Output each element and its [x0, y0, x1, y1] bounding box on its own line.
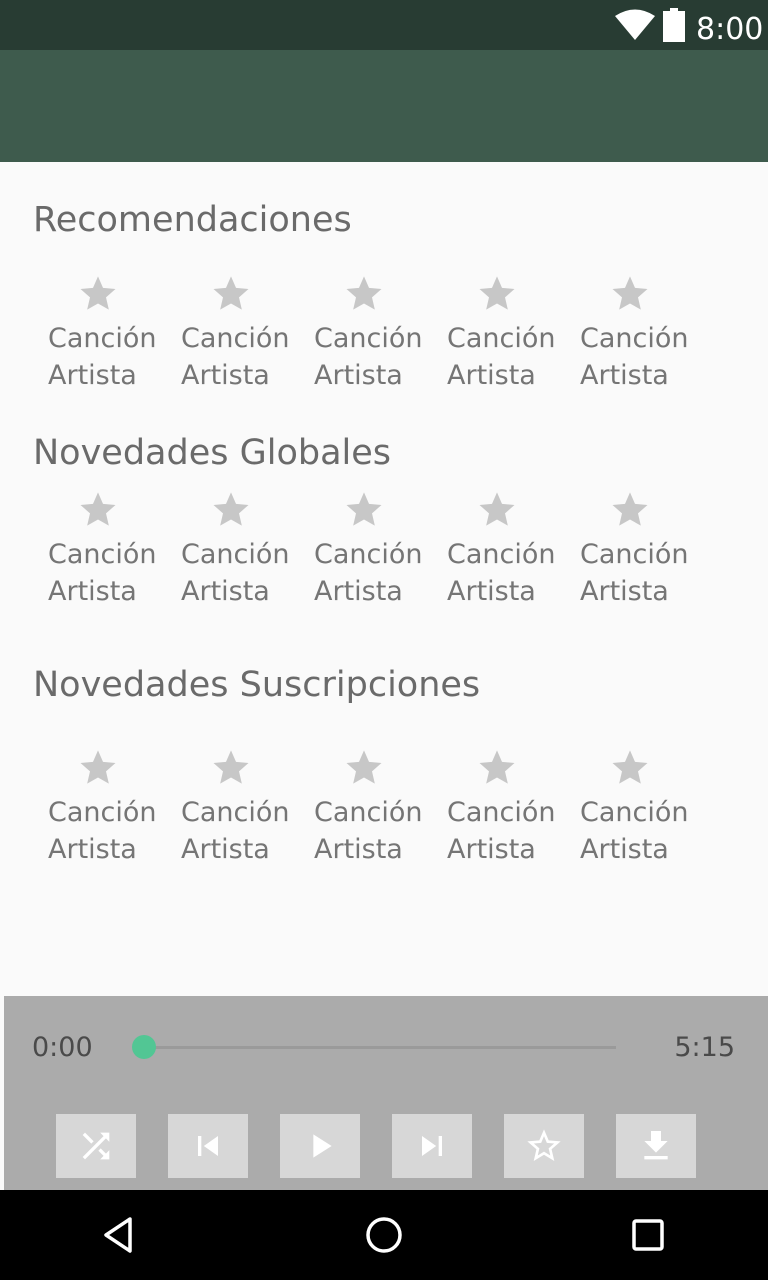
song-item[interactable]: Canción Artista: [314, 489, 434, 619]
shuffle-button[interactable]: [56, 1114, 136, 1178]
star-icon: [213, 276, 249, 310]
home-button[interactable]: [354, 1210, 414, 1260]
next-button[interactable]: [392, 1114, 472, 1178]
song-row-recomendaciones: Canción Artista Canción Artista Canción …: [0, 273, 768, 403]
song-artist: Artista: [580, 360, 669, 391]
seek-bar[interactable]: [132, 1035, 616, 1059]
song-item[interactable]: Canción Artista: [580, 747, 700, 877]
wifi-icon: [615, 9, 655, 40]
star-icon: [80, 492, 116, 526]
download-icon: [644, 1131, 668, 1160]
recents-button[interactable]: [618, 1210, 678, 1260]
song-artist: Artista: [181, 834, 270, 865]
star-icon: [612, 750, 648, 784]
song-title: Canción: [48, 539, 157, 570]
song-artist: Artista: [181, 360, 270, 391]
song-item[interactable]: Canción Artista: [181, 489, 301, 619]
song-artist: Artista: [447, 576, 536, 607]
song-title: Canción: [48, 323, 157, 354]
star-icon: [346, 276, 382, 310]
song-title: Canción: [447, 539, 556, 570]
star-icon: [479, 750, 515, 784]
song-title: Canción: [580, 797, 689, 828]
player-panel: 0:00 5:15: [4, 996, 768, 1190]
favorite-button[interactable]: [504, 1114, 584, 1178]
star-outline-icon: [527, 1129, 561, 1161]
song-item[interactable]: Canción Artista: [181, 747, 301, 877]
system-nav-bar: [0, 1190, 768, 1280]
skip-next-icon: [422, 1136, 442, 1156]
song-title: Canción: [447, 323, 556, 354]
song-title: Canción: [314, 323, 423, 354]
status-bar: 8:00: [0, 0, 768, 50]
song-title: Canción: [181, 539, 290, 570]
song-item[interactable]: Canción Artista: [48, 489, 168, 619]
song-item[interactable]: Canción Artista: [48, 273, 168, 403]
song-row-novedades-suscripciones: Canción Artista Canción Artista Canción …: [0, 747, 768, 877]
song-artist: Artista: [181, 576, 270, 607]
skip-previous-icon: [198, 1136, 218, 1156]
previous-button[interactable]: [168, 1114, 248, 1178]
song-title: Canción: [580, 539, 689, 570]
back-icon: [104, 1217, 132, 1253]
section-title-novedades-globales: Novedades Globales: [33, 433, 392, 473]
song-item[interactable]: Canción Artista: [314, 747, 434, 877]
section-title-recomendaciones: Recomendaciones: [33, 200, 352, 240]
song-artist: Artista: [580, 834, 669, 865]
song-artist: Artista: [314, 360, 403, 391]
song-item[interactable]: Canción Artista: [314, 273, 434, 403]
home-icon: [366, 1217, 402, 1253]
current-time: 0:00: [32, 1032, 93, 1063]
star-icon: [213, 492, 249, 526]
download-button[interactable]: [616, 1114, 696, 1178]
section-title-novedades-suscripciones: Novedades Suscripciones: [33, 665, 481, 705]
song-item[interactable]: Canción Artista: [580, 489, 700, 619]
song-title: Canción: [580, 323, 689, 354]
song-item[interactable]: Canción Artista: [181, 273, 301, 403]
song-artist: Artista: [314, 834, 403, 865]
star-icon: [612, 276, 648, 310]
back-button[interactable]: [90, 1210, 150, 1260]
song-row-novedades-globales: Canción Artista Canción Artista Canción …: [0, 489, 768, 619]
duration: 5:15: [674, 1032, 735, 1063]
star-icon: [80, 276, 116, 310]
star-icon: [213, 750, 249, 784]
song-item[interactable]: Canción Artista: [447, 273, 567, 403]
song-artist: Artista: [48, 834, 137, 865]
song-title: Canción: [48, 797, 157, 828]
star-icon: [80, 750, 116, 784]
star-icon: [612, 492, 648, 526]
status-time: 8:00: [696, 12, 764, 47]
song-title: Canción: [314, 797, 423, 828]
star-icon: [346, 750, 382, 784]
song-item[interactable]: Canción Artista: [48, 747, 168, 877]
song-item[interactable]: Canción Artista: [580, 273, 700, 403]
play-button[interactable]: [280, 1114, 360, 1178]
song-artist: Artista: [48, 576, 137, 607]
recents-icon: [632, 1219, 664, 1251]
song-title: Canción: [181, 797, 290, 828]
song-item[interactable]: Canción Artista: [447, 747, 567, 877]
song-title: Canción: [181, 323, 290, 354]
song-artist: Artista: [447, 360, 536, 391]
song-artist: Artista: [48, 360, 137, 391]
song-artist: Artista: [580, 576, 669, 607]
seek-thumb[interactable]: [132, 1035, 156, 1059]
song-artist: Artista: [447, 834, 536, 865]
star-icon: [479, 276, 515, 310]
shuffle-icon: [82, 1132, 110, 1160]
star-icon: [479, 492, 515, 526]
star-icon: [346, 492, 382, 526]
song-title: Canción: [447, 797, 556, 828]
song-artist: Artista: [314, 576, 403, 607]
song-title: Canción: [314, 539, 423, 570]
battery-icon: [663, 8, 685, 42]
play-icon: [313, 1134, 332, 1158]
app-bar: [0, 50, 768, 162]
song-item[interactable]: Canción Artista: [447, 489, 567, 619]
